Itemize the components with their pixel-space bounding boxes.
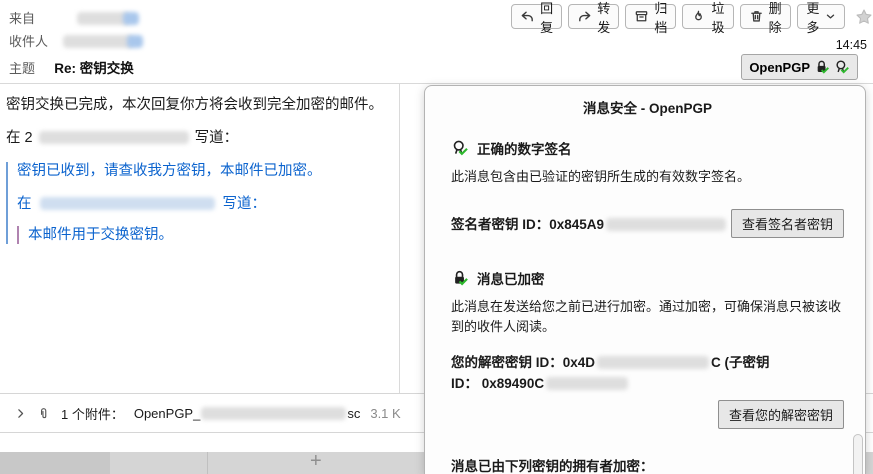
background-tab-strip: +	[0, 452, 424, 474]
openpgp-status-button[interactable]: OpenPGP	[741, 54, 858, 80]
attachment-filename-prefix: OpenPGP_	[134, 406, 201, 421]
quote1-attribution: 在 2 写道：	[6, 129, 398, 147]
decryption-key-visible: 0x4D	[563, 355, 595, 370]
message-toolbar: 回复 转发 归档 垃圾 删除 更多	[511, 4, 873, 29]
from-row: 来自	[9, 8, 139, 27]
lock-check-icon	[814, 59, 830, 75]
delete-label: 删除	[769, 0, 782, 36]
quote1-text: 密钥已收到，请查收我方密钥，本邮件已加密。	[17, 162, 398, 180]
attachment-filename[interactable]: OpenPGP_ sc	[134, 406, 361, 421]
delete-button[interactable]: 删除	[740, 4, 791, 29]
junk-label: 垃圾	[711, 0, 724, 36]
quoted-message-level2: 本邮件用于交换密钥。	[17, 226, 398, 244]
subkey-visible: 0x89490C	[482, 376, 544, 391]
delete-icon	[749, 9, 764, 24]
redacted-to-address-tail	[127, 35, 143, 48]
from-label: 来自	[9, 11, 35, 26]
security-panel-title: 消息安全 - OpenPGP	[451, 97, 844, 117]
decryption-key-id: 您的解密密钥 ID：0x4DC (子密钥 ID： 0x89490C	[451, 353, 844, 395]
encryption-heading-text: 消息已加密	[477, 268, 545, 288]
redacted-decryption-key	[597, 356, 709, 369]
star-icon	[855, 8, 873, 26]
reply-label: 回复	[540, 0, 553, 36]
attachment-filename-suffix: sc	[347, 406, 360, 421]
quote2-attr-prefix: 在	[17, 196, 32, 212]
message-security-panel: 消息安全 - OpenPGP 正确的数字签名 此消息包含由已验证的密钥所生成的有…	[424, 85, 866, 474]
view-signer-key-button[interactable]: 查看签名者密钥	[731, 209, 844, 238]
recipients-heading: 消息已由下列密钥的拥有者加密：	[451, 455, 844, 474]
star-button[interactable]	[855, 8, 873, 26]
signature-section-heading: 正确的数字签名	[451, 138, 844, 158]
attachment-count: 1 个附件：	[61, 404, 124, 423]
quote1-attr-prefix: 在 2	[6, 130, 33, 146]
lock-check-icon	[451, 269, 469, 287]
signer-key-row: 签名者密钥 ID：0x845A9 查看签名者密钥	[451, 209, 844, 238]
junk-button[interactable]: 垃圾	[682, 4, 733, 29]
redacted-attachment-name	[201, 407, 346, 420]
view-decryption-key-button[interactable]: 查看您的解密密钥	[718, 400, 844, 429]
reply-button[interactable]: 回复	[511, 4, 562, 29]
message-pane-edge	[399, 84, 400, 393]
redacted-quote2-sender	[40, 197, 215, 210]
reply-icon	[520, 9, 535, 24]
message-body: 密钥交换已完成，本次回复你方将会收到完全加密的邮件。 在 2 写道： 密钥已收到，…	[6, 96, 398, 250]
decryption-key-label: 您的解密密钥 ID：	[451, 355, 563, 370]
to-row: 收件人	[9, 31, 143, 50]
body-intro-text: 密钥交换已完成，本次回复你方将会收到完全加密的邮件。	[6, 96, 398, 114]
archive-icon	[634, 9, 649, 24]
redacted-signer-key	[606, 218, 726, 231]
tab-strip-divider	[207, 452, 208, 474]
seal-check-icon	[834, 59, 850, 75]
quote2-text: 本邮件用于交换密钥。	[28, 226, 398, 244]
signer-key-label: 签名者密钥 ID：	[451, 217, 549, 232]
subject-label: 主题	[9, 61, 35, 76]
quote1-attr-suffix: 写道：	[195, 130, 239, 146]
redacted-subkey	[546, 377, 628, 390]
seal-check-icon	[451, 139, 469, 157]
chevron-down-icon	[825, 11, 836, 22]
more-label: 更多	[806, 0, 820, 36]
redacted-from-address-tail	[123, 12, 139, 25]
forward-label: 转发	[597, 0, 610, 36]
tab-strip-segment	[0, 452, 110, 474]
subject-value: Re: 密钥交换	[54, 61, 134, 76]
forward-icon	[577, 9, 592, 24]
to-label: 收件人	[9, 34, 48, 49]
quote2-attr-suffix: 写道：	[223, 196, 267, 212]
panel-scrollbar-thumb[interactable]	[853, 434, 863, 474]
archive-button[interactable]: 归档	[625, 4, 676, 29]
signature-description: 此消息包含由已验证的密钥所生成的有效数字签名。	[451, 167, 844, 187]
signature-heading-text: 正确的数字签名	[477, 138, 572, 158]
redacted-to-address	[63, 35, 133, 48]
archive-label: 归档	[654, 0, 667, 36]
encryption-description: 此消息在发送给您之前已进行加密。通过加密，可确保消息只被该收到的收件人阅读。	[451, 297, 844, 337]
background-tab-strip-right	[866, 452, 873, 474]
quote2-attribution: 在 写道：	[17, 195, 398, 213]
attachment-size: 3.1 K	[370, 406, 400, 421]
junk-icon	[691, 9, 706, 24]
more-button[interactable]: 更多	[797, 4, 845, 29]
signer-key-id: 签名者密钥 ID：0x845A9	[451, 209, 726, 233]
plus-icon[interactable]: +	[310, 450, 322, 473]
quoted-message-level1: 密钥已收到，请查收我方密钥，本邮件已加密。 在 写道： 本邮件用于交换密钥。	[6, 162, 398, 243]
paperclip-icon	[37, 406, 51, 421]
redacted-from-address	[77, 12, 129, 25]
encryption-section-heading: 消息已加密	[451, 268, 844, 288]
redacted-quote1-date	[39, 131, 189, 144]
message-header: 来自 收件人 主题 Re: 密钥交换 回复 转发 归档	[0, 0, 873, 84]
attachments-expander[interactable]	[14, 407, 27, 420]
forward-button[interactable]: 转发	[568, 4, 619, 29]
decryption-key-button-row: 查看您的解密密钥	[451, 400, 844, 429]
subject-row: 主题 Re: 密钥交换	[9, 57, 134, 77]
signer-key-visible: 0x845A9	[549, 217, 604, 232]
message-window: 来自 收件人 主题 Re: 密钥交换 回复 转发 归档	[0, 0, 873, 474]
message-time: 14:45	[836, 38, 867, 52]
openpgp-label: OpenPGP	[749, 60, 810, 75]
